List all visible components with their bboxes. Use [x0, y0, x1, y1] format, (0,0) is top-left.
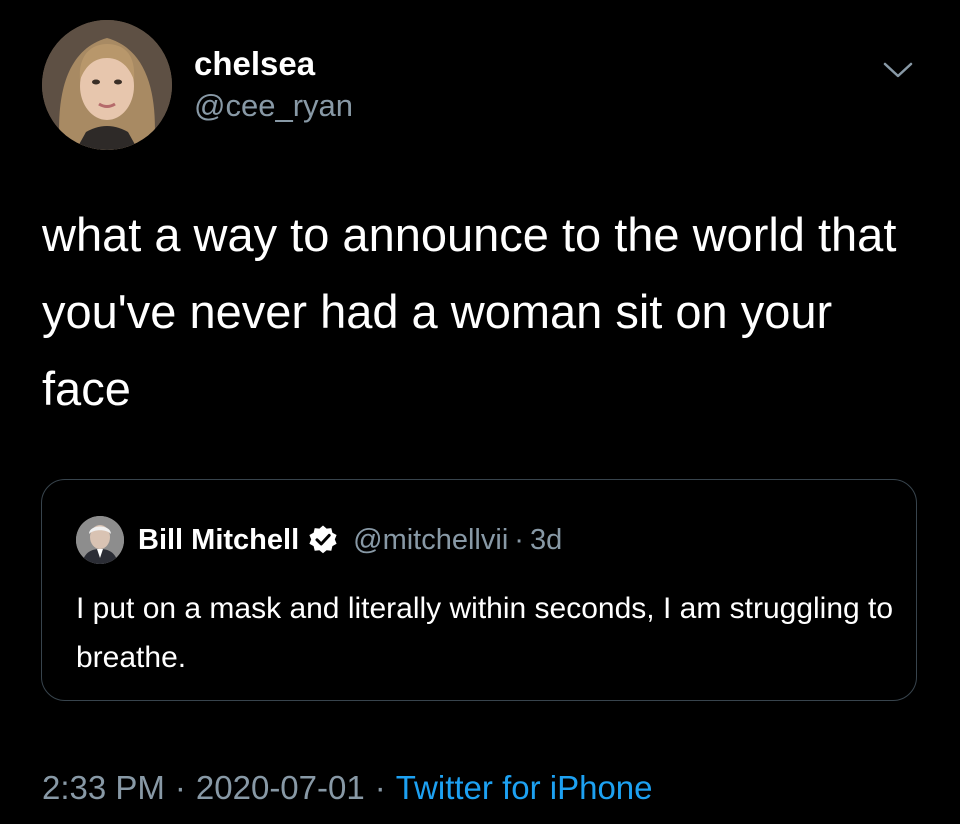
- author-handle[interactable]: @cee_ryan: [194, 86, 353, 126]
- author-avatar[interactable]: [42, 20, 172, 150]
- tweet-time: 2:33 PM: [42, 769, 165, 806]
- tweet-date: 2020-07-01: [195, 769, 365, 806]
- author-display-name[interactable]: chelsea: [194, 44, 353, 84]
- verified-badge-icon: [307, 524, 339, 556]
- tweet-source-link[interactable]: Twitter for iPhone: [396, 769, 653, 806]
- meta-separator: ·: [174, 769, 186, 806]
- quoted-author-avatar-image: [76, 516, 124, 564]
- author-avatar-image: [42, 20, 172, 150]
- quoted-author-handle: @mitchellvii: [353, 523, 509, 556]
- quoted-meta-separator: ·: [514, 523, 524, 556]
- quoted-author-display-name: Bill Mitchell: [138, 523, 300, 556]
- quoted-tweet-card[interactable]: Bill Mitchell @mitchellvii · 3d I put on…: [41, 479, 917, 701]
- tweet-text: what a way to announce to the world that…: [42, 208, 897, 415]
- quoted-tweet-header: Bill Mitchell @mitchellvii · 3d: [76, 516, 562, 564]
- author-names: chelsea @cee_ryan: [194, 44, 353, 126]
- tweet-header: chelsea @cee_ryan: [40, 20, 920, 152]
- quoted-author-avatar: [76, 516, 124, 564]
- quoted-tweet-text: I put on a mask and literally within sec…: [76, 592, 894, 674]
- tweet-detail: chelsea @cee_ryan what a way to announce…: [0, 0, 960, 824]
- meta-separator: ·: [374, 769, 386, 806]
- more-options-button[interactable]: [880, 58, 916, 82]
- tweet-meta: 2:33 PM · 2020-07-01 · Twitter for iPhone: [42, 766, 653, 810]
- quoted-tweet-time: 3d: [529, 523, 563, 556]
- chevron-down-icon: [883, 62, 913, 78]
